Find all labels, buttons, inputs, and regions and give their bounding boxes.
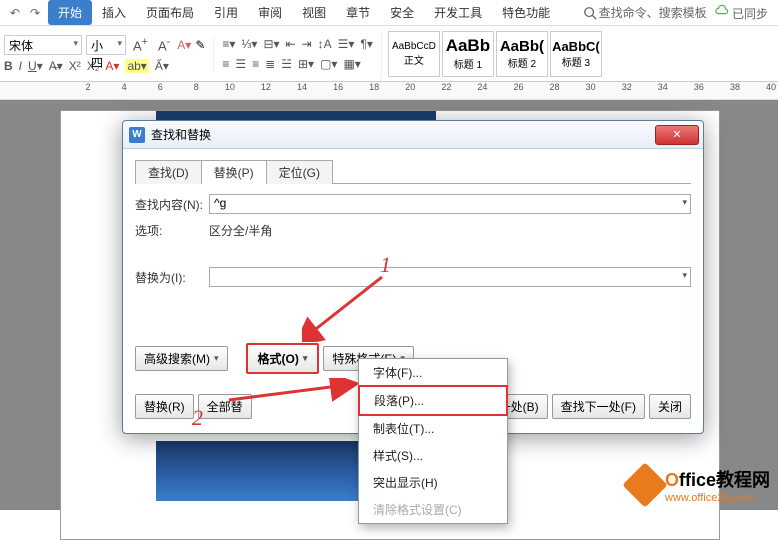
style-gallery[interactable]: AaBbCcD 正文 AaBb 标题 1 AaBb( 标题 2 AaBbC( 标… bbox=[381, 31, 602, 77]
undo-icon[interactable]: ↶ bbox=[6, 4, 24, 22]
command-search[interactable]: 查找命令、搜索模板 bbox=[583, 4, 707, 21]
replace-all-button[interactable]: 全部替 bbox=[198, 394, 252, 419]
distribute-button[interactable]: ☱ bbox=[281, 57, 292, 71]
font-color-button[interactable]: A▾ bbox=[105, 59, 119, 73]
text-direction-button[interactable]: ↕A bbox=[318, 37, 332, 51]
clear-format-icon[interactable]: ✎ bbox=[195, 38, 205, 52]
menu-style[interactable]: 样式(S)... bbox=[359, 442, 507, 469]
watermark-url: www.office26.com bbox=[665, 492, 770, 504]
ribbon-tab-insert[interactable]: 插入 bbox=[92, 0, 136, 25]
line-spacing-button[interactable]: ☰▾ bbox=[338, 37, 355, 51]
watermark: Office教程网 www.office26.com bbox=[629, 466, 770, 504]
style-heading2[interactable]: AaBb( 标题 2 bbox=[496, 31, 548, 77]
format-button[interactable]: 格式(O)▾ bbox=[246, 343, 320, 374]
redo-icon[interactable]: ↷ bbox=[26, 4, 44, 22]
increase-font-icon[interactable]: A+ bbox=[130, 36, 151, 53]
dialog-titlebar[interactable]: W 查找和替换 ✕ bbox=[123, 121, 703, 149]
options-label: 选项: bbox=[135, 222, 209, 239]
menu-paragraph[interactable]: 段落(P)... bbox=[358, 385, 508, 416]
replace-label: 替换为(I): bbox=[135, 269, 209, 286]
change-case-icon[interactable]: A▾ bbox=[177, 38, 191, 52]
ribbon-tab-security[interactable]: 安全 bbox=[380, 0, 424, 25]
ribbon-tab-devtools[interactable]: 开发工具 bbox=[424, 0, 492, 25]
advanced-search-button[interactable]: 高级搜索(M)▾ bbox=[135, 346, 228, 371]
style-heading1[interactable]: AaBb 标题 1 bbox=[442, 31, 494, 77]
show-marks-button[interactable]: ¶▾ bbox=[360, 37, 372, 51]
decrease-indent-button[interactable]: ⇤ bbox=[286, 37, 296, 51]
multilevel-button[interactable]: ⊟▾ bbox=[263, 37, 279, 51]
tab-goto[interactable]: 定位(G) bbox=[266, 160, 333, 184]
tab-settings-button[interactable]: ⊞▾ bbox=[298, 57, 314, 71]
strikethrough-button[interactable]: A̶▾ bbox=[49, 59, 63, 73]
numbering-button[interactable]: ⅓▾ bbox=[241, 37, 257, 51]
replace-input[interactable] bbox=[209, 267, 691, 287]
app-icon: W bbox=[129, 127, 145, 143]
style-normal[interactable]: AaBbCcD 正文 bbox=[388, 31, 440, 77]
ribbon-tab-pagelayout[interactable]: 页面布局 bbox=[136, 0, 204, 25]
menu-font[interactable]: 字体(F)... bbox=[359, 359, 507, 386]
format-dropdown-menu: 字体(F)... 段落(P)... 制表位(T)... 样式(S)... 突出显… bbox=[358, 358, 508, 524]
tab-find[interactable]: 查找(D) bbox=[135, 160, 202, 184]
watermark-logo-icon bbox=[622, 462, 667, 507]
dialog-title: 查找和替换 bbox=[151, 126, 211, 143]
ribbon-tab-section[interactable]: 章节 bbox=[336, 0, 380, 25]
decrease-font-icon[interactable]: A- bbox=[155, 36, 173, 53]
tab-replace[interactable]: 替换(P) bbox=[201, 160, 267, 184]
search-icon bbox=[583, 6, 597, 20]
borders-button[interactable]: ▦▾ bbox=[343, 57, 360, 71]
style-heading3[interactable]: AaBbC( 标题 3 bbox=[550, 31, 602, 77]
ribbon-tab-home[interactable]: 开始 bbox=[48, 0, 92, 25]
font-family-combo[interactable]: 宋体 bbox=[4, 35, 82, 55]
increase-indent-button[interactable]: ⇥ bbox=[302, 37, 312, 51]
ribbon-tab-references[interactable]: 引用 bbox=[204, 0, 248, 25]
dialog-close-btn[interactable]: 关闭 bbox=[649, 394, 691, 419]
ribbon-tab-features[interactable]: 特色功能 bbox=[492, 0, 560, 25]
align-right-button[interactable]: ≡ bbox=[252, 57, 259, 71]
find-label: 查找内容(N): bbox=[135, 196, 209, 213]
options-value: 区分全/半角 bbox=[209, 222, 272, 239]
ribbon-tab-review[interactable]: 审阅 bbox=[248, 0, 292, 25]
search-placeholder: 查找命令、搜索模板 bbox=[599, 4, 707, 21]
bullets-button[interactable]: ≡▾ bbox=[222, 37, 235, 51]
sync-status[interactable]: 已同步 bbox=[715, 4, 768, 22]
highlight-button[interactable]: ab▾ bbox=[125, 59, 148, 73]
horizontal-ruler[interactable]: 2 4 6 8 10 12 14 16 18 20 22 24 26 28 30… bbox=[0, 82, 778, 100]
replace-button[interactable]: 替换(R) bbox=[135, 394, 194, 419]
menu-highlight[interactable]: 突出显示(H) bbox=[359, 469, 507, 496]
underline-button[interactable]: U▾ bbox=[28, 59, 43, 73]
italic-button[interactable]: I bbox=[19, 59, 22, 73]
find-next-button[interactable]: 查找下一处(F) bbox=[552, 394, 645, 419]
align-justify-button[interactable]: ≣ bbox=[265, 57, 275, 71]
phonetic-button[interactable]: A̋▾ bbox=[155, 59, 169, 73]
shading-button[interactable]: ▢▾ bbox=[320, 57, 337, 71]
cloud-icon bbox=[715, 4, 729, 18]
menu-tabstop[interactable]: 制表位(T)... bbox=[359, 415, 507, 442]
dialog-close-button[interactable]: ✕ bbox=[655, 125, 699, 145]
ribbon-tab-view[interactable]: 视图 bbox=[292, 0, 336, 25]
font-size-combo[interactable]: 小四 bbox=[86, 35, 126, 55]
align-center-button[interactable]: ☰ bbox=[235, 57, 246, 71]
bold-button[interactable]: B bbox=[4, 59, 13, 73]
align-left-button[interactable]: ≡ bbox=[222, 57, 229, 71]
superscript-button[interactable]: X² bbox=[69, 59, 81, 73]
find-input[interactable]: ^g bbox=[209, 194, 691, 214]
